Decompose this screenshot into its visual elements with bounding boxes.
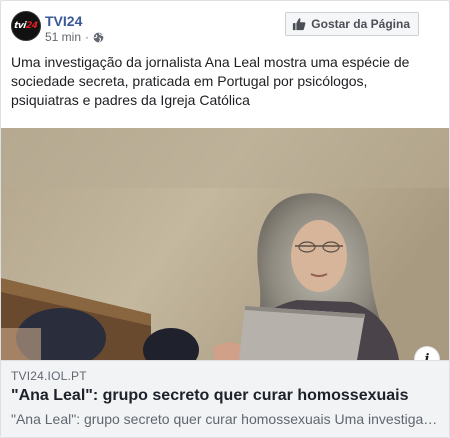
video-thumbnail[interactable] (1, 128, 449, 360)
video-frame (1, 128, 449, 360)
avatar[interactable]: tvi24 (11, 11, 41, 41)
link-preview[interactable]: TVI24.IOL.PT "Ana Leal": grupo secreto q… (1, 360, 449, 437)
post-header: tvi24 TVI24 51 min · Gostar da Página (11, 11, 439, 45)
link-domain: TVI24.IOL.PT (11, 369, 87, 383)
globe-icon (93, 32, 104, 42)
post-timestamp[interactable]: 51 min (45, 30, 81, 44)
like-button-label: Gostar da Página (311, 17, 410, 31)
post-text: Uma investigação da jornalista Ana Leal … (11, 54, 410, 108)
page-name-link[interactable]: TVI24 (45, 13, 82, 29)
avatar-logo: tvi24 (13, 21, 39, 31)
link-title[interactable]: "Ana Leal": grupo secreto quer curar hom… (11, 386, 439, 406)
thumb-up-icon (293, 18, 306, 31)
meta-separator: · (85, 30, 90, 44)
like-page-button[interactable]: Gostar da Página (285, 12, 419, 36)
post-card: tvi24 TVI24 51 min · Gostar da Página Um… (0, 0, 450, 438)
post-meta: 51 min · (45, 30, 104, 44)
link-description: "Ana Leal": grupo secreto quer curar hom… (11, 411, 439, 427)
